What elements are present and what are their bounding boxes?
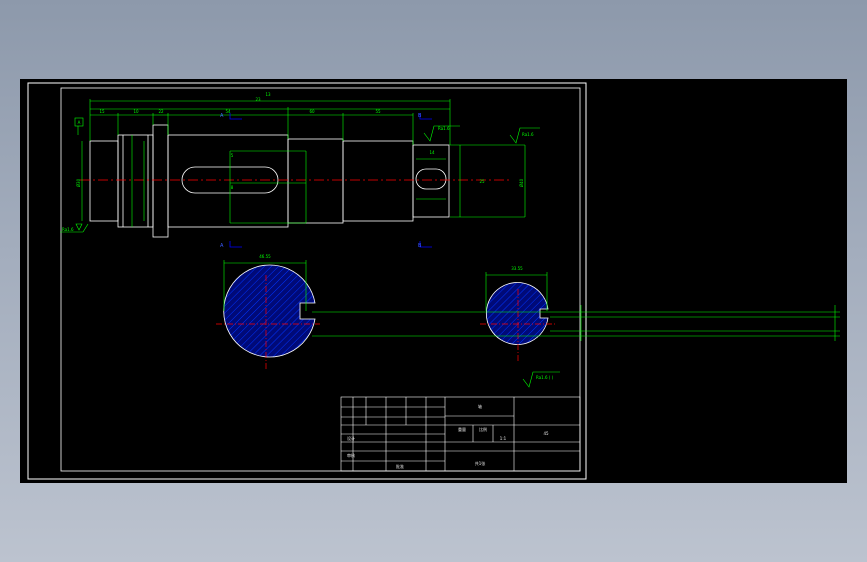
shaft-segment-5 (342, 140, 414, 222)
roughness-note: Ra1.6 ( ) (536, 375, 554, 380)
right-extension-lines (312, 305, 840, 341)
section-a-width: 46.55 (259, 254, 271, 259)
dim-overall-length: 13 (265, 92, 271, 97)
dim-b: 15 (99, 109, 105, 114)
section-a-view (216, 260, 320, 371)
dim-f: 60 (309, 109, 315, 114)
dim-h: 14 (429, 150, 435, 155)
dim-c: 10 (133, 109, 139, 114)
title-block-checker: 审核 (347, 452, 355, 458)
title-block-title: 轴 (478, 403, 482, 409)
shaft-collar (152, 124, 169, 238)
slot-dim-a: 5 (231, 153, 234, 158)
section-b-width: 33.55 (511, 266, 523, 271)
drawing-viewport[interactable]: A 13 23 15 10 22 54 60 55 14 5 8 25 Ø30 … (20, 79, 847, 483)
keyway-right (415, 168, 447, 190)
cad-drawing: A 13 23 15 10 22 54 60 55 14 5 8 25 Ø30 … (27, 82, 840, 480)
title-block-approver: 批准 (396, 463, 404, 469)
title-block-sheet: 共1张 (475, 460, 486, 466)
title-block-scale-label: 比例 (479, 426, 487, 432)
sheet-inner-frame (60, 87, 581, 472)
dim-a: 23 (255, 97, 261, 102)
dia-b: Ø40 (519, 178, 524, 187)
title-block-weight: 重量 (458, 426, 466, 432)
roughness-b: Ra1.6 (522, 132, 534, 137)
dia-a: Ø30 (76, 178, 81, 187)
dim-g: 55 (375, 109, 381, 114)
section-a-bottom: A (220, 243, 224, 249)
section-a-top: A (220, 113, 224, 119)
dimension-lines (60, 99, 560, 388)
roughness-a: Ra1.6 (438, 126, 450, 131)
datum-label: A (78, 120, 81, 125)
shaft-body (167, 134, 289, 228)
dim-right: 25 (479, 179, 485, 184)
slot-dim-b: 8 (231, 185, 234, 190)
title-block-designer: 设计 (347, 435, 355, 441)
shaft-segment-6 (412, 144, 450, 218)
shaft-segment-4 (287, 138, 344, 224)
section-b-bottom: B (418, 243, 422, 249)
shaft-segment-1 (89, 140, 119, 222)
section-b-top: B (418, 113, 422, 119)
title-block-scale: 1:1 (500, 436, 507, 441)
sheet-outer-frame (27, 82, 587, 480)
roughness-c: Ra1.6 (62, 227, 74, 232)
dim-d: 22 (158, 109, 164, 114)
title-block-material: 45 (543, 431, 549, 436)
section-b-view (480, 272, 556, 361)
